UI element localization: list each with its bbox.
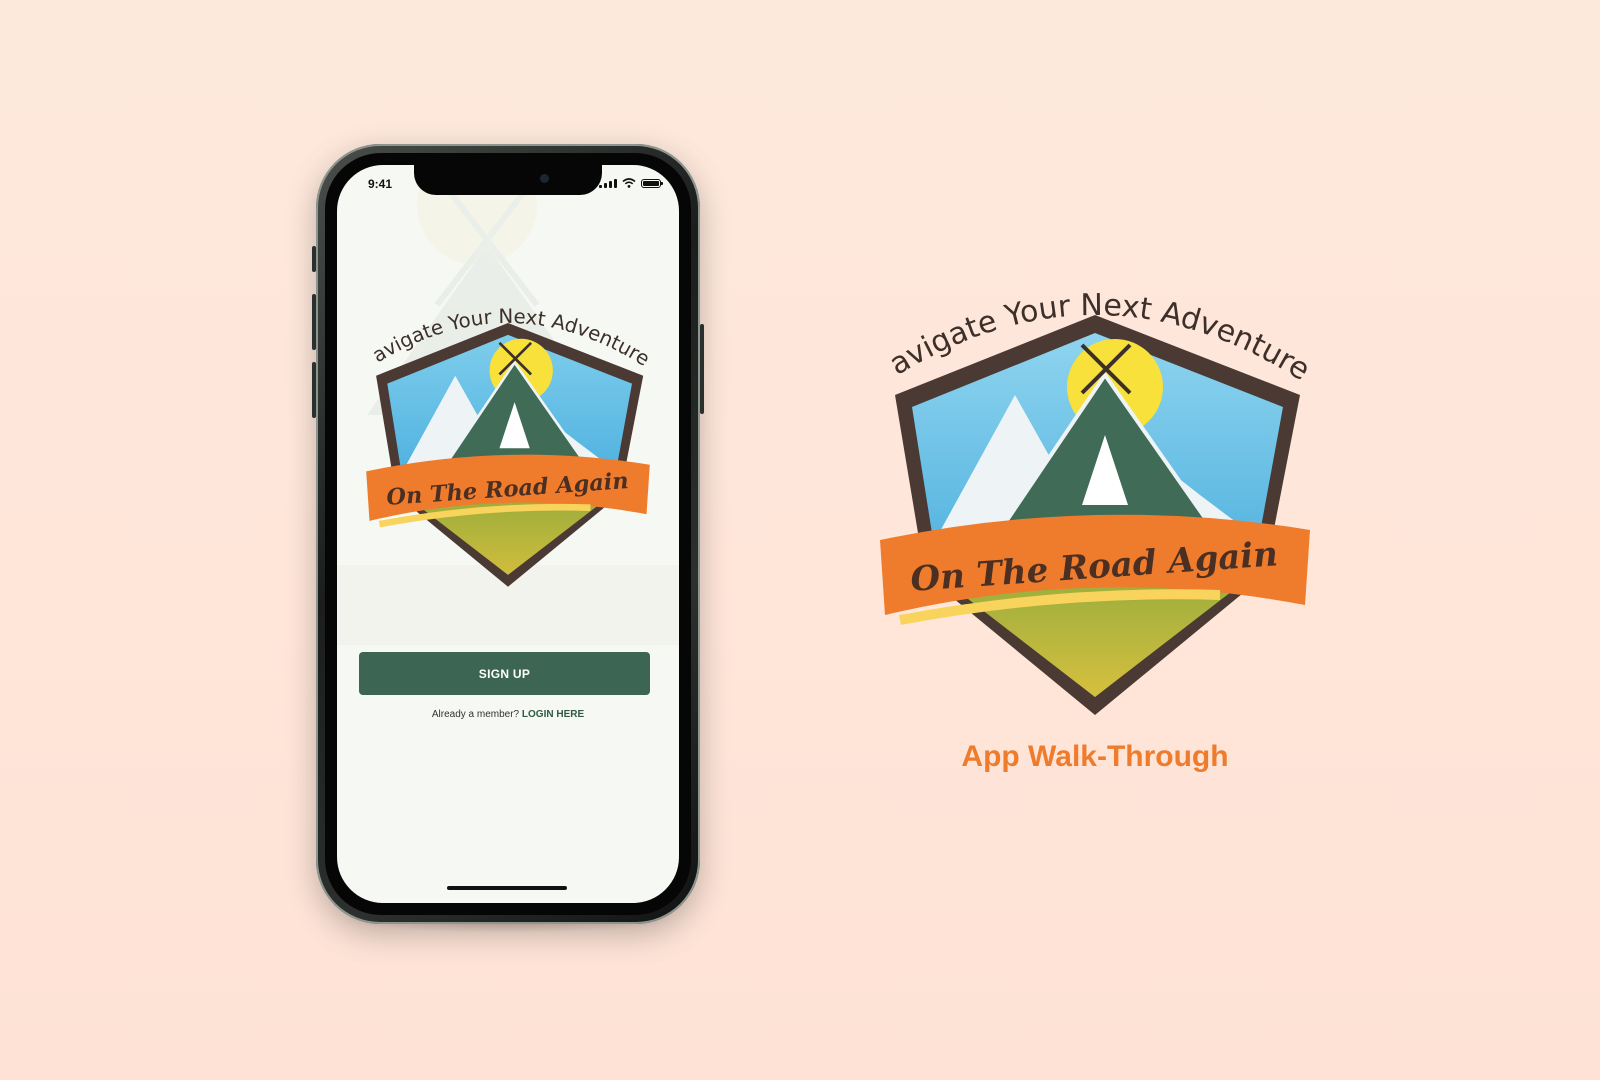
mute-switch [312, 246, 316, 272]
status-icons [599, 178, 663, 188]
app-screen: 9:41 Navigate You [337, 165, 679, 903]
phone-mockup: 9:41 Navigate You [312, 144, 704, 924]
signal-icon [599, 178, 617, 188]
login-prompt-line: Already a member? LOGIN HERE [337, 709, 679, 720]
wifi-icon [622, 178, 636, 188]
sign-up-button[interactable]: SIGN UP [359, 652, 650, 695]
notch [414, 165, 602, 195]
volume-down-button [312, 362, 316, 418]
large-logo: Navigate Your Next Adventure! On The Roa… [860, 275, 1316, 715]
login-prompt-text: Already a member? [431, 709, 520, 720]
volume-up-button [312, 294, 316, 350]
battery-icon [641, 178, 663, 188]
status-time: 9:41 [368, 177, 393, 191]
login-here-link[interactable]: LOGIN HERE [522, 709, 584, 720]
app-logo: Navigate Your Next Adventure! On The Roa… [353, 295, 654, 587]
power-button [700, 324, 704, 414]
app-walkthrough-caption: App Walk-Through [961, 740, 1229, 773]
home-indicator[interactable] [447, 886, 567, 890]
camera-icon [540, 174, 549, 183]
